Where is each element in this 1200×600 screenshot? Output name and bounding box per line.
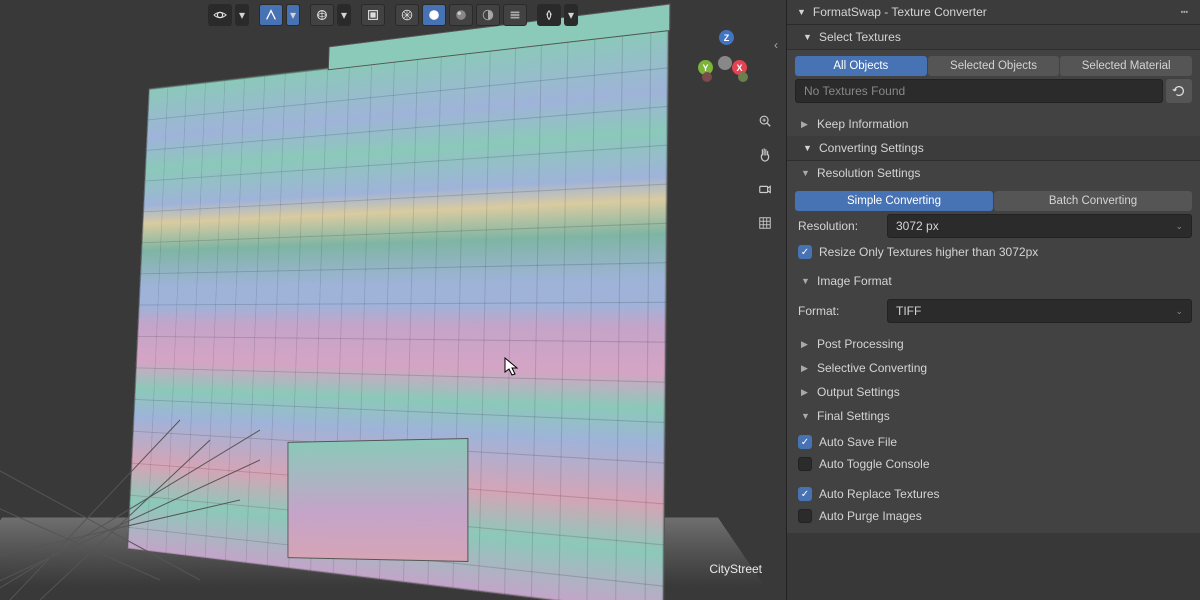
auto-toggle-console-label: Auto Toggle Console xyxy=(819,457,930,471)
collapse-icon: ▼ xyxy=(803,143,813,153)
chevron-down-icon[interactable]: ▾ xyxy=(337,4,351,26)
collapse-icon: ▼ xyxy=(803,32,813,42)
canvas[interactable] xyxy=(0,0,786,600)
auto-save-checkbox[interactable]: ✓ xyxy=(798,435,812,449)
resize-only-checkbox[interactable]: ✓ xyxy=(798,245,812,259)
expand-icon: ▶ xyxy=(801,363,811,374)
gizmo-dropdown[interactable] xyxy=(259,4,283,26)
converting-mode-tabs: Simple Converting Batch Converting xyxy=(795,191,1192,211)
overlays-dropdown[interactable] xyxy=(310,4,334,26)
tab-simple-converting[interactable]: Simple Converting xyxy=(795,191,993,211)
selection-tabs: All Objects Selected Objects Selected Ma… xyxy=(795,56,1192,76)
shading-options[interactable] xyxy=(503,4,527,26)
properties-panel: ▼ FormatSwap - Texture Converter ┅ ▼ Sel… xyxy=(786,0,1200,600)
tab-all-objects[interactable]: All Objects xyxy=(795,56,927,76)
tab-batch-converting[interactable]: Batch Converting xyxy=(994,191,1192,211)
section-label: Post Processing xyxy=(817,337,904,351)
viewport-controls xyxy=(754,110,776,234)
resolution-dropdown[interactable]: 3072 px ⌄ xyxy=(887,214,1192,238)
auto-replace-checkbox[interactable]: ✓ xyxy=(798,487,812,501)
collapse-icon: ▼ xyxy=(801,276,811,286)
section-selective-converting[interactable]: ▶ Selective Converting xyxy=(787,356,1200,380)
section-label: Converting Settings xyxy=(819,141,924,155)
auto-toggle-console-checkbox[interactable] xyxy=(798,457,812,471)
perspective-icon[interactable] xyxy=(754,212,776,234)
sidebar-toggle[interactable]: ‹ xyxy=(774,38,778,52)
expand-icon: ▶ xyxy=(801,387,811,398)
scene-name: CityStreet xyxy=(709,562,762,576)
auto-save-label: Auto Save File xyxy=(819,435,897,449)
expand-icon: ▶ xyxy=(801,339,811,350)
chevron-down-icon: ⌄ xyxy=(1175,221,1183,232)
chevron-down-icon[interactable]: ▾ xyxy=(286,4,300,26)
section-converting-settings[interactable]: ▼ Converting Settings xyxy=(787,136,1200,161)
collapse-icon: ▼ xyxy=(801,168,811,178)
section-final-settings[interactable]: ▼ Final Settings xyxy=(787,404,1200,428)
chevron-down-icon[interactable]: ▾ xyxy=(235,4,249,26)
shading-material[interactable] xyxy=(449,4,473,26)
section-label: Selective Converting xyxy=(817,361,927,375)
section-keep-information[interactable]: ▶ Keep Information xyxy=(787,112,1200,136)
section-image-format[interactable]: ▼ Image Format xyxy=(787,269,1200,293)
auto-replace-label: Auto Replace Textures xyxy=(819,487,940,501)
axis-neg-x[interactable] xyxy=(702,72,712,82)
xray-toggle[interactable] xyxy=(361,4,385,26)
navigation-gizmo[interactable]: Z X Y xyxy=(694,32,756,94)
section-label: Select Textures xyxy=(819,30,901,44)
section-label: Resolution Settings xyxy=(817,166,920,180)
section-post-processing[interactable]: ▶ Post Processing xyxy=(787,332,1200,356)
viewport-3d[interactable]: ▾ ▾ ▾ ▾ ‹ Z X Y CityStreet xyxy=(0,0,786,600)
resize-only-label: Resize Only Textures higher than 3072px xyxy=(819,245,1038,259)
panel-menu-icon[interactable]: ┅ xyxy=(1181,5,1190,19)
axis-neg-y[interactable] xyxy=(738,72,748,82)
zoom-icon[interactable] xyxy=(754,110,776,132)
visibility-dropdown[interactable] xyxy=(208,4,232,26)
resolution-value: 3072 px xyxy=(896,219,939,233)
render-dropdown[interactable] xyxy=(537,4,561,26)
shading-rendered[interactable] xyxy=(476,4,500,26)
annex-mesh xyxy=(288,438,469,562)
section-label: Image Format xyxy=(817,274,892,288)
chevron-down-icon: ⌄ xyxy=(1175,306,1183,317)
auto-purge-label: Auto Purge Images xyxy=(819,509,922,523)
tab-selected-material[interactable]: Selected Material xyxy=(1060,56,1192,76)
collapse-icon: ▼ xyxy=(801,411,811,421)
viewport-header: ▾ ▾ ▾ ▾ xyxy=(208,4,578,26)
expand-icon: ▶ xyxy=(801,119,811,130)
camera-icon[interactable] xyxy=(754,178,776,200)
auto-purge-checkbox[interactable] xyxy=(798,509,812,523)
tab-selected-objects[interactable]: Selected Objects xyxy=(928,56,1060,76)
texture-search-input[interactable]: No Textures Found xyxy=(795,79,1163,103)
collapse-icon: ▼ xyxy=(797,7,806,17)
shading-solid[interactable] xyxy=(422,4,446,26)
shading-wireframe[interactable] xyxy=(395,4,419,26)
panel-header[interactable]: ▼ FormatSwap - Texture Converter ┅ xyxy=(787,0,1200,25)
resolution-label: Resolution: xyxy=(795,219,881,233)
section-resolution-settings[interactable]: ▼ Resolution Settings xyxy=(787,161,1200,185)
format-label: Format: xyxy=(795,304,881,318)
section-label: Output Settings xyxy=(817,385,900,399)
section-label: Final Settings xyxy=(817,409,890,423)
refresh-button[interactable] xyxy=(1166,79,1192,103)
axis-z[interactable]: Z xyxy=(719,30,734,45)
section-output-settings[interactable]: ▶ Output Settings xyxy=(787,380,1200,404)
format-dropdown[interactable]: TIFF ⌄ xyxy=(887,299,1192,323)
chevron-down-icon[interactable]: ▾ xyxy=(564,4,578,26)
section-label: Keep Information xyxy=(817,117,908,131)
pan-icon[interactable] xyxy=(754,144,776,166)
format-value: TIFF xyxy=(896,304,921,318)
panel-title: FormatSwap - Texture Converter xyxy=(813,5,987,19)
section-select-textures[interactable]: ▼ Select Textures xyxy=(787,25,1200,50)
